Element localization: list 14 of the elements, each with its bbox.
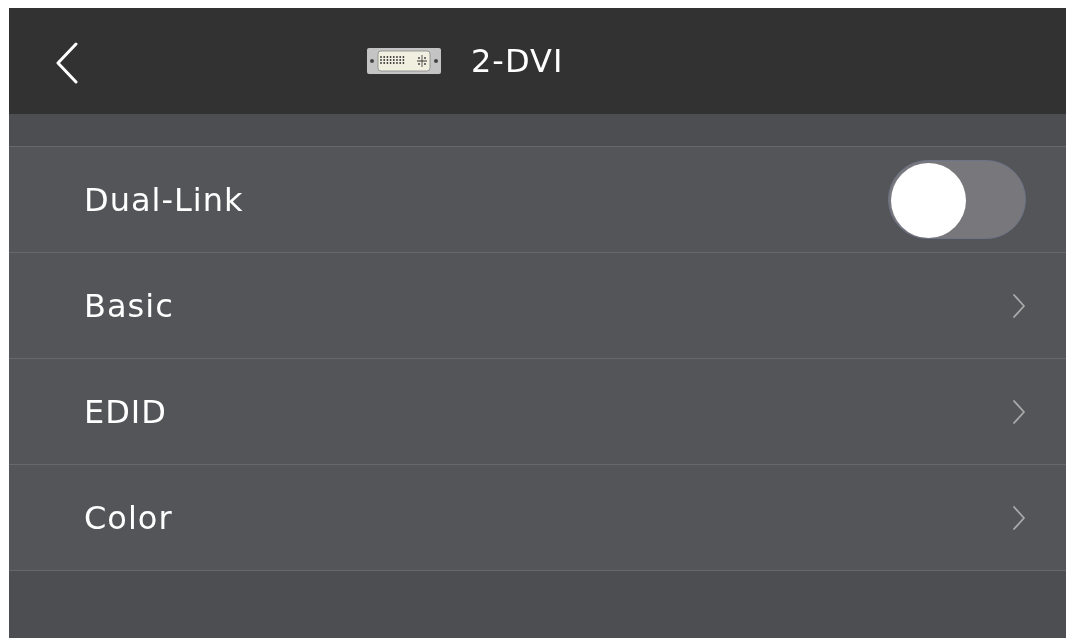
- row-label: EDID: [84, 392, 167, 431]
- chevron-right-icon: [1012, 504, 1026, 531]
- row-label: Color: [84, 498, 173, 537]
- settings-row[interactable]: EDID: [9, 359, 1066, 465]
- settings-row[interactable]: Dual-Link: [9, 147, 1066, 253]
- back-chevron-icon: [55, 42, 79, 84]
- row-label: Basic: [84, 286, 174, 325]
- settings-row[interactable]: Basic: [9, 253, 1066, 359]
- row-label: Dual-Link: [84, 180, 244, 219]
- dvi-connector-icon: [367, 48, 441, 74]
- settings-row[interactable]: Color: [9, 465, 1066, 571]
- chevron-right-icon: [1012, 292, 1026, 319]
- page-title: 2-DVI: [471, 42, 564, 80]
- chevron-right-icon: [1012, 398, 1026, 425]
